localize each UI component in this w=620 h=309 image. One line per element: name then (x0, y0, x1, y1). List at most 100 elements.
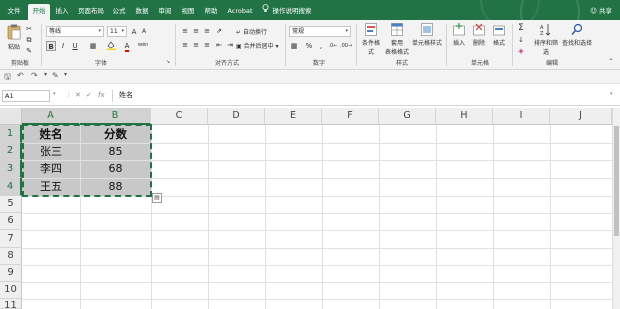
row-header-11[interactable]: 11 (0, 299, 22, 309)
tab-page-layout[interactable]: 页面布局 (76, 4, 106, 20)
tab-data[interactable]: 数据 (133, 4, 151, 20)
check-icon[interactable]: ✓ (86, 91, 92, 99)
align-left-icon[interactable]: ≡ (180, 40, 190, 50)
name-box[interactable]: A1 (2, 90, 50, 102)
select-all-button[interactable] (0, 108, 22, 125)
grow-font-button[interactable]: A (129, 27, 139, 37)
row-header-1[interactable]: 1 (0, 125, 22, 143)
tab-review[interactable]: 审阅 (156, 4, 174, 20)
align-bottom-icon[interactable]: ≡ (202, 26, 212, 36)
tell-me-search[interactable]: 操作说明搜索 (272, 4, 312, 20)
find-select-button[interactable]: 查找和选择 (562, 23, 592, 47)
cancel-icon[interactable]: ✕ (75, 91, 81, 99)
undo-icon[interactable]: ↶ (17, 71, 24, 80)
tab-help[interactable]: 帮助 (202, 4, 220, 20)
column-header-f[interactable]: F (322, 108, 379, 125)
dialog-launcher-icon[interactable]: ↘ (163, 57, 173, 67)
formula-input[interactable]: 姓名 (112, 90, 612, 102)
paste-button[interactable]: 粘贴 (4, 24, 24, 51)
number-group-label: 数字 (312, 60, 325, 67)
collapse-ribbon-icon[interactable]: ⌃ (606, 57, 616, 67)
format-cells-button[interactable]: 格式 (490, 23, 508, 47)
vertical-scrollbar[interactable] (612, 108, 620, 309)
column-header-c[interactable]: C (151, 108, 208, 125)
fill-icon[interactable]: ↓ (516, 35, 526, 45)
cell-styles-button[interactable]: 单元格样式 (412, 23, 442, 47)
number-format-dropdown[interactable]: 常规 ▾ (289, 26, 351, 37)
tab-acrobat[interactable]: Acrobat (226, 4, 254, 20)
underline-button[interactable]: U (70, 41, 80, 51)
column-header-a[interactable]: A (22, 108, 80, 125)
borders-icon[interactable]: ▦ (88, 41, 98, 51)
sort-filter-button[interactable]: AZ 排序和筛选 (532, 23, 560, 56)
spreadsheet-grid[interactable]: A B C D E F G H I J 1 2 3 4 5 6 7 8 9 10… (0, 108, 620, 309)
orientation-icon[interactable]: ⇗ (214, 26, 224, 36)
redo-icon[interactable]: ↷ (31, 71, 38, 80)
decrease-decimal-icon[interactable]: .00→ (340, 41, 352, 51)
wrap-text-button[interactable]: ↵ 自动换行 (236, 27, 278, 36)
tab-formulas[interactable]: 公式 (110, 4, 128, 20)
decrease-indent-icon[interactable]: ⇤ (214, 40, 224, 50)
comma-button[interactable]: , (316, 41, 326, 51)
align-right-icon[interactable]: ≡ (202, 40, 212, 50)
italic-button[interactable]: I (58, 41, 68, 51)
row-header-6[interactable]: 6 (0, 213, 22, 230)
column-header-d[interactable]: D (208, 108, 265, 125)
autosum-button[interactable]: Σ (516, 23, 526, 33)
font-size-dropdown[interactable]: 11 ▾ (107, 26, 127, 37)
copy-icon[interactable]: ⧉ (24, 35, 34, 45)
increase-indent-icon[interactable]: ⇥ (225, 40, 235, 50)
share-button[interactable]: ☺ 共享 (590, 5, 612, 15)
conditional-format-button[interactable]: 条件格式 (360, 23, 382, 56)
tab-view[interactable]: 视图 (179, 4, 197, 20)
row-header-8[interactable]: 8 (0, 248, 22, 265)
row-header-2[interactable]: 2 (0, 143, 22, 160)
chevron-down-icon: ▾ (345, 28, 348, 34)
row-header-5[interactable]: 5 (0, 196, 22, 213)
column-header-b[interactable]: B (80, 108, 151, 125)
chevron-down-icon[interactable]: ▾ (53, 91, 56, 97)
column-header-e[interactable]: E (265, 108, 322, 125)
chevron-down-icon[interactable]: ▾ (44, 71, 47, 78)
cut-icon[interactable]: ✂ (24, 24, 34, 34)
insert-cells-button[interactable]: 插入 (450, 23, 468, 47)
percent-button[interactable]: % (304, 41, 314, 51)
save-icon[interactable]: 🖫 (4, 71, 11, 85)
align-top-icon[interactable]: ≡ (180, 26, 190, 36)
scrollbar-thumb[interactable] (614, 126, 619, 236)
font-color-button[interactable]: A (122, 41, 132, 52)
tab-insert[interactable]: 插入 (53, 4, 71, 20)
currency-icon[interactable]: ▦ (289, 41, 299, 51)
font-name-dropdown[interactable]: 等线 ▾ (46, 26, 104, 37)
paste-options-button[interactable]: ▤ (152, 193, 162, 203)
bold-button[interactable]: B (46, 41, 56, 51)
fill-color-icon[interactable] (106, 41, 116, 51)
chevron-down-icon[interactable]: ▾ (64, 71, 67, 78)
tab-file[interactable]: 文件 (4, 4, 24, 20)
row-header-10[interactable]: 10 (0, 282, 22, 299)
column-header-j[interactable]: J (550, 108, 612, 125)
chevron-down-icon[interactable]: ▾ (610, 91, 613, 97)
merge-center-button[interactable]: ▣ 合并后居中 ▾ (236, 41, 282, 50)
row-header-7[interactable]: 7 (0, 230, 22, 248)
delete-cells-button[interactable]: 删除 (470, 23, 488, 47)
column-header-h[interactable]: H (436, 108, 493, 125)
column-header-i[interactable]: I (493, 108, 550, 125)
lightbulb-icon[interactable] (260, 4, 270, 20)
conditional-format-label: 条件格式 (361, 40, 380, 56)
shrink-font-button[interactable]: A (139, 27, 149, 37)
format-painter-icon[interactable]: ✎ (24, 46, 34, 56)
tab-home[interactable]: 开始 (28, 4, 50, 20)
phonetic-guide-button[interactable]: wén (138, 40, 148, 50)
row-header-3[interactable]: 3 (0, 160, 22, 178)
row-header-9[interactable]: 9 (0, 265, 22, 282)
insert-function-button[interactable]: fx (98, 91, 105, 99)
align-center-icon[interactable]: ≡ (191, 40, 201, 50)
row-header-4[interactable]: 4 (0, 178, 22, 196)
align-middle-icon[interactable]: ≡ (191, 26, 201, 36)
increase-decimal-icon[interactable]: .0← (328, 41, 338, 51)
column-header-g[interactable]: G (379, 108, 436, 125)
clear-icon[interactable]: ◈ (516, 46, 526, 56)
format-painter-icon[interactable]: ✎ (52, 71, 59, 80)
format-as-table-button[interactable]: 套用 表格格式 (384, 23, 410, 56)
